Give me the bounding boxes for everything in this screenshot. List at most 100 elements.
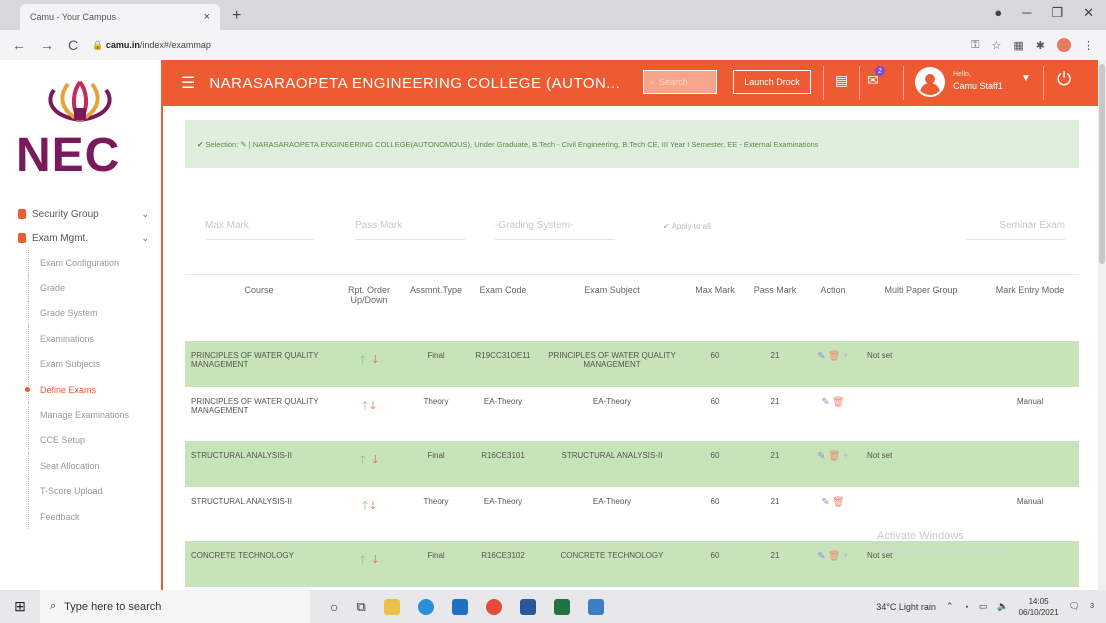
- sidebar-item-t-score-upload[interactable]: T-Score Upload: [0, 478, 161, 505]
- windows-start-icon[interactable]: ⊞: [0, 598, 40, 615]
- pencil-icon[interactable]: ✎: [817, 451, 825, 462]
- card-icon[interactable]: ▤: [835, 72, 848, 89]
- url-field[interactable]: 🔒 camu.in/index#/exammap: [92, 40, 211, 51]
- trash-icon[interactable]: 🗑: [832, 397, 845, 408]
- pass-cell: 21: [745, 440, 805, 487]
- table-row[interactable]: PRINCIPLES OF WATER QUALITY MANAGEMENT 🡑…: [185, 340, 1079, 387]
- arrow-down-icon[interactable]: 🡓: [370, 400, 376, 412]
- sidebar-item-cce-setup[interactable]: CCE Setup: [0, 427, 161, 454]
- mail-app-icon[interactable]: [451, 598, 468, 615]
- window-controls: ● ─ ❐ ✕: [994, 5, 1094, 21]
- course-cell: CONCRETE TECHNOLOGY: [185, 540, 333, 587]
- arrow-down-icon[interactable]: 🡓: [372, 554, 378, 566]
- puzzle-icon[interactable]: ✱: [1036, 39, 1045, 52]
- new-tab-icon[interactable]: +: [232, 7, 241, 25]
- minimize-icon[interactable]: ─: [1022, 5, 1031, 21]
- kebab-menu-icon[interactable]: ⋮: [1083, 39, 1094, 52]
- caret-down-icon[interactable]: ▼: [1021, 73, 1031, 84]
- excel-icon[interactable]: [553, 598, 570, 615]
- launch-drock-button[interactable]: Launch Drock: [733, 70, 811, 94]
- star-icon[interactable]: ☆: [992, 39, 1002, 52]
- sidebar-item-examinations[interactable]: Examinations: [0, 326, 161, 352]
- sidebar-item-grade-system[interactable]: Grade System: [0, 300, 161, 327]
- table-row[interactable]: STRUCTURAL ANALYSIS-II 🡑 🡓 Final R16CE31…: [185, 440, 1079, 487]
- selection-bar[interactable]: ✔ Selection: ✎ | NARASARAOPETA ENGINEERI…: [185, 120, 1079, 168]
- account-icon[interactable]: ●: [994, 5, 1002, 21]
- sidebar-item-exam-configuration[interactable]: Exam Configuration: [0, 250, 161, 276]
- restore-icon[interactable]: ❐: [1051, 5, 1063, 21]
- sidebar-item-grade[interactable]: Grade: [0, 275, 161, 302]
- back-icon[interactable]: ←: [12, 37, 26, 53]
- url-host: camu.in: [105, 39, 140, 50]
- user-avatar[interactable]: [915, 67, 945, 97]
- trash-icon[interactable]: 🗑: [828, 351, 841, 362]
- close-window-icon[interactable]: ✕: [1083, 5, 1094, 21]
- word-icon[interactable]: [519, 598, 536, 615]
- apply-to-all-checkbox[interactable]: ✔ Apply to all: [663, 222, 711, 231]
- power-icon[interactable]: ⏻: [1057, 69, 1071, 90]
- network-icon[interactable]: ◔: [963, 602, 968, 612]
- page-scrollbar-thumb[interactable]: [1099, 64, 1105, 264]
- notification-icon[interactable]: 🗨: [1069, 601, 1080, 612]
- sidebar-item-feedback[interactable]: Feedback: [0, 503, 161, 530]
- arrow-up-icon[interactable]: 🡑: [362, 500, 368, 512]
- forward-icon[interactable]: →: [40, 37, 54, 53]
- chrome-icon[interactable]: [485, 598, 502, 615]
- type-cell: Final: [405, 540, 467, 587]
- arrow-down-icon[interactable]: 🡓: [370, 500, 376, 512]
- arrow-down-icon[interactable]: 🡓: [372, 354, 378, 366]
- taskbar-search[interactable]: ⌕ Type here to search: [40, 590, 310, 623]
- mode-cell: Manual: [1016, 396, 1044, 406]
- sidebar-item-define-exams[interactable]: Define Exams: [0, 376, 161, 403]
- sidebar-item-seat-allocation[interactable]: Seat Allocation: [0, 453, 161, 479]
- arrow-up-icon[interactable]: 🡑: [362, 400, 368, 412]
- trash-icon[interactable]: 🗑: [828, 551, 841, 562]
- max-mark-input[interactable]: Max Mark: [205, 220, 315, 240]
- grading-system-select[interactable]: -Grading System-: [495, 220, 615, 240]
- key-icon[interactable]: ⚿: [971, 39, 979, 52]
- hamburger-menu-icon[interactable]: ☰: [181, 73, 195, 93]
- pencil-icon[interactable]: ✎: [821, 397, 829, 408]
- table-row[interactable]: PRINCIPLES OF WATER QUALITY MANAGEMENT 🡑…: [185, 387, 1079, 441]
- col-action: Action: [805, 274, 861, 341]
- arrow-up-icon[interactable]: 🡑: [360, 554, 366, 566]
- trash-icon[interactable]: 🗑: [828, 451, 841, 462]
- user-name[interactable]: Camu Staff1: [953, 81, 1003, 91]
- sidebar-item-manage-examinations[interactable]: Manage Examinations: [0, 402, 161, 429]
- tab-title: Camu - Your Campus: [30, 12, 117, 22]
- task-view-icon[interactable]: ⧉: [356, 599, 365, 615]
- max-cell: 60: [710, 496, 720, 506]
- tab-close-icon[interactable]: ×: [204, 11, 210, 23]
- tray-chevron-icon[interactable]: ⌃: [946, 601, 954, 612]
- photos-icon[interactable]: [587, 598, 604, 615]
- pencil-icon[interactable]: ✎: [821, 497, 829, 508]
- edge-icon[interactable]: [417, 598, 434, 615]
- pass-mark-input[interactable]: Pass Mark: [355, 220, 465, 240]
- header-divider: [859, 66, 860, 100]
- plus-icon[interactable]: +: [843, 351, 849, 362]
- plus-icon[interactable]: +: [843, 551, 849, 562]
- battery-icon[interactable]: ▭: [979, 601, 988, 612]
- search-input[interactable]: ⌕ Search: [643, 70, 717, 94]
- pencil-icon[interactable]: ✎: [817, 351, 825, 362]
- browser-tab[interactable]: Camu - Your Campus ×: [20, 4, 220, 30]
- weather-text[interactable]: 34°C Light rain: [876, 602, 936, 612]
- plus-icon[interactable]: +: [843, 451, 849, 462]
- arrow-up-icon[interactable]: 🡑: [360, 454, 366, 466]
- reload-icon[interactable]: C: [68, 37, 78, 53]
- seminar-exam-select[interactable]: Seminar Exam: [965, 220, 1065, 240]
- cortana-icon[interactable]: ○: [330, 599, 338, 615]
- trash-icon[interactable]: 🗑: [832, 497, 845, 508]
- grid-extension-icon[interactable]: ▦: [1013, 39, 1023, 52]
- file-explorer-icon[interactable]: [383, 598, 400, 615]
- profile-avatar-icon[interactable]: [1057, 38, 1071, 52]
- sidebar-item-exam-subjects[interactable]: Exam Subjects: [0, 351, 161, 378]
- sidebar-group-exam-mgmt[interactable]: Exam Mgmt. ⌄: [0, 226, 161, 250]
- clock[interactable]: 14:05 06/10/2021: [1019, 596, 1059, 618]
- arrow-up-icon[interactable]: 🡑: [360, 354, 366, 366]
- arrow-down-icon[interactable]: 🡓: [372, 454, 378, 466]
- pencil-icon[interactable]: ✎: [817, 551, 825, 562]
- volume-icon[interactable]: 🔈: [997, 601, 1008, 612]
- pass-cell: 21: [770, 396, 780, 406]
- sidebar-group-security[interactable]: Security Group ⌄: [0, 202, 161, 226]
